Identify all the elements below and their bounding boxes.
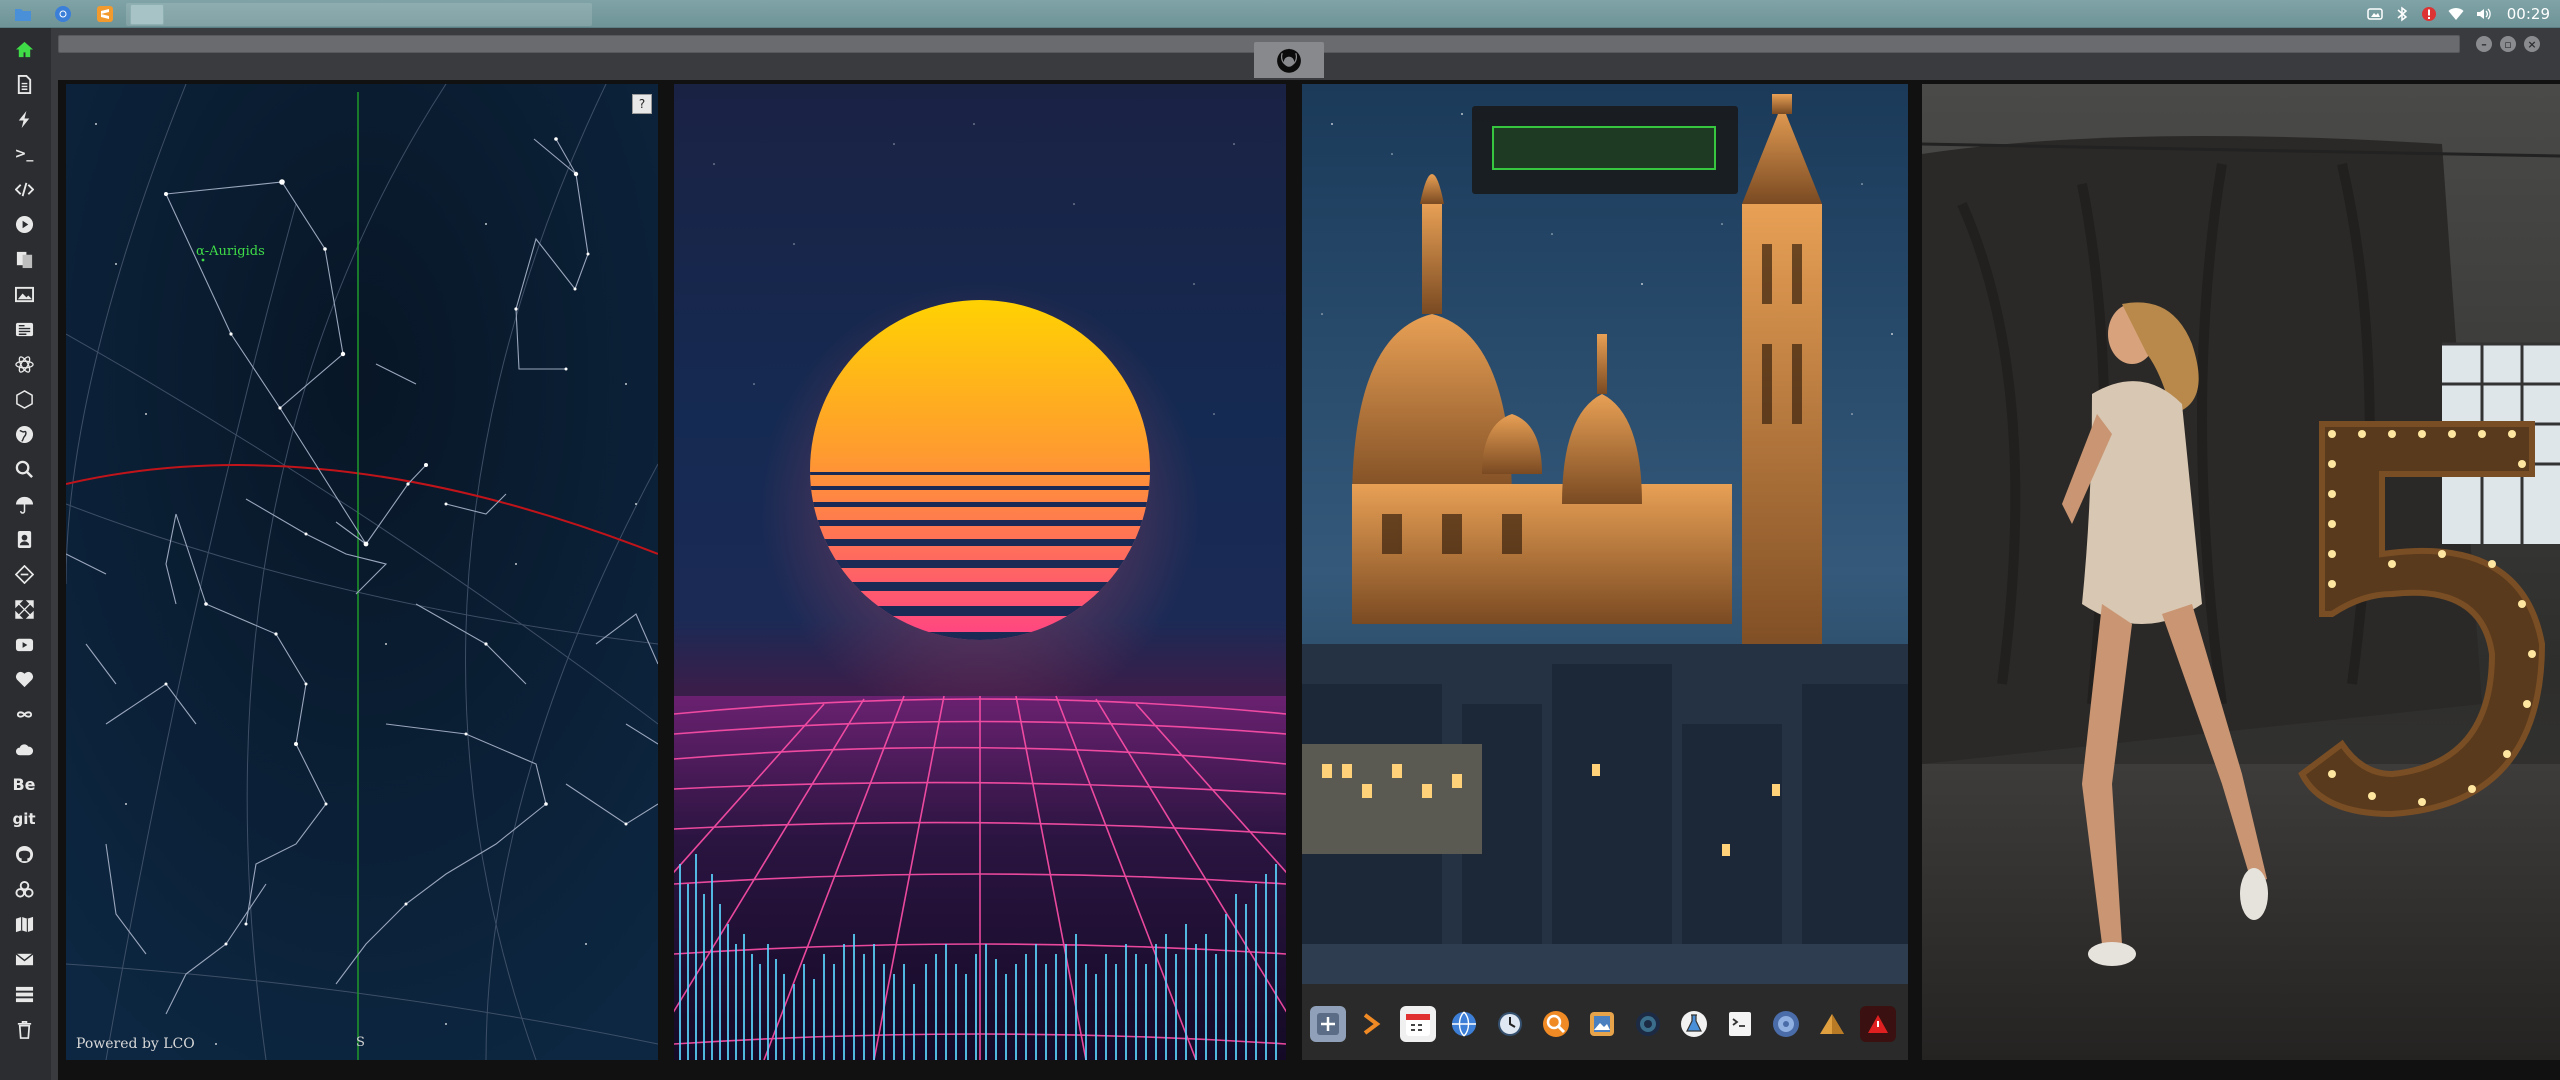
globe-icon[interactable]: [1446, 1006, 1482, 1042]
umbrella-icon[interactable]: [11, 491, 37, 517]
night-city-panel: [1302, 84, 1908, 1060]
youtube-icon[interactable]: [11, 631, 37, 657]
volume-level-bar: [1492, 126, 1716, 170]
code-icon[interactable]: [11, 176, 37, 202]
bluetooth-icon[interactable]: [2393, 5, 2411, 23]
search-icon[interactable]: [11, 456, 37, 482]
bolt-icon[interactable]: [11, 106, 37, 132]
synthwave-panel: [674, 84, 1286, 1060]
clock-icon[interactable]: [1492, 1006, 1528, 1042]
close-button[interactable]: ×: [2524, 36, 2540, 52]
news-icon[interactable]: [11, 316, 37, 342]
maximize-button[interactable]: ▫: [2500, 36, 2516, 52]
chrome-icon[interactable]: [51, 2, 75, 26]
mac-style-dock: [1302, 984, 1908, 1060]
app-dock: >_ Be git: [0, 28, 50, 1080]
add-icon[interactable]: [1310, 1006, 1346, 1042]
biohazard-icon[interactable]: [11, 876, 37, 902]
play-icon[interactable]: [11, 211, 37, 237]
volume-osd: [1472, 106, 1738, 194]
wallpaper-panels: ? α-Aurigids S Powered by LCO: [58, 80, 2560, 1080]
github-icon[interactable]: [11, 841, 37, 867]
terminal-arrow-icon[interactable]: [1354, 1006, 1390, 1042]
synthwave-wallpaper: [674, 84, 1286, 1060]
cardinal-south-label: S: [356, 1035, 365, 1050]
globe-icon[interactable]: [11, 421, 37, 447]
tor-icon[interactable]: [1630, 1006, 1666, 1042]
document-icon[interactable]: [11, 71, 37, 97]
wifi-icon[interactable]: [2447, 5, 2465, 23]
system-top-bar: 00:29: [0, 0, 2560, 28]
terminal-icon[interactable]: [1722, 1006, 1758, 1042]
terminal-icon[interactable]: >_: [11, 141, 37, 167]
minimize-button[interactable]: –: [2476, 36, 2492, 52]
warning-icon[interactable]: [1860, 1006, 1896, 1042]
expand-icon[interactable]: [11, 596, 37, 622]
pyramid-icon[interactable]: [1814, 1006, 1850, 1042]
star-chart[interactable]: [66, 84, 658, 1060]
taskbar-window-button[interactable]: [130, 4, 164, 25]
react-icon[interactable]: [11, 351, 37, 377]
alert-icon[interactable]: [2420, 5, 2438, 23]
mail-icon[interactable]: [11, 946, 37, 972]
photo-wallpaper: [1922, 84, 2560, 1060]
image-icon[interactable]: [11, 281, 37, 307]
clock[interactable]: 00:29: [2507, 5, 2550, 23]
hexagon-icon[interactable]: [11, 386, 37, 412]
contacts-icon[interactable]: [11, 526, 37, 552]
sky-map-panel[interactable]: ? α-Aurigids S Powered by LCO: [66, 84, 658, 1060]
flask-icon[interactable]: [1676, 1006, 1712, 1042]
system-tray: 00:29: [2366, 0, 2550, 28]
credit-label: Powered by LCO: [76, 1036, 195, 1052]
git-icon[interactable]: git: [11, 806, 37, 832]
trash-icon[interactable]: [11, 1016, 37, 1042]
files-icon[interactable]: [11, 2, 35, 26]
rebel-alliance-icon: [1277, 48, 1301, 73]
tab-rebel[interactable]: [1254, 42, 1324, 78]
home-icon[interactable]: [11, 36, 37, 62]
browser-window: – ▫ × ? α-Aurigids S Powered by LCO: [51, 28, 2560, 1080]
sacre-coeur-wallpaper: [1302, 84, 1908, 1060]
infinity-icon[interactable]: [11, 701, 37, 727]
disk-icon[interactable]: [1768, 1006, 1804, 1042]
meteor-shower-label: α-Aurigids: [196, 244, 265, 259]
fashion-photo-panel: [1922, 84, 2560, 1060]
tag-icon[interactable]: [11, 561, 37, 587]
sublime-icon[interactable]: [93, 2, 117, 26]
help-button[interactable]: ?: [632, 94, 652, 114]
calendar-icon[interactable]: [1400, 1006, 1436, 1042]
files-icon[interactable]: [11, 246, 37, 272]
volume-icon[interactable]: [2474, 5, 2492, 23]
map-icon[interactable]: [11, 911, 37, 937]
behance-icon[interactable]: Be: [11, 771, 37, 797]
server-icon[interactable]: [11, 981, 37, 1007]
photos-icon[interactable]: [1584, 1006, 1620, 1042]
cloud-icon[interactable]: [11, 736, 37, 762]
taskbar-window-area: [126, 3, 592, 26]
screenshot-icon[interactable]: [2366, 5, 2384, 23]
heart-icon[interactable]: [11, 666, 37, 692]
search-icon[interactable]: [1538, 1006, 1574, 1042]
